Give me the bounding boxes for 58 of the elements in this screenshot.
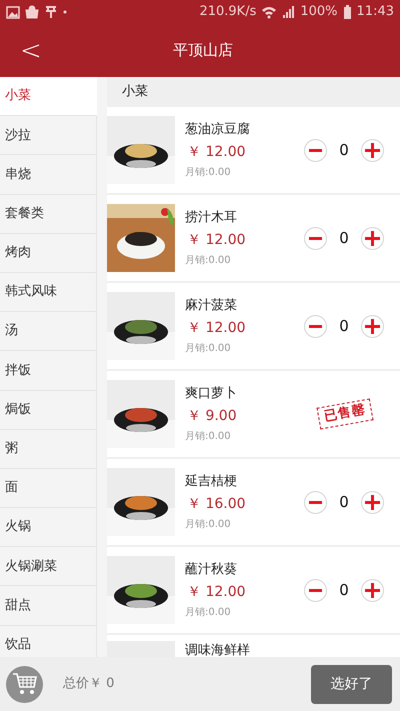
dish-name: 麻汁菠菜 bbox=[185, 297, 238, 316]
dish-name: 延吉桔梗 bbox=[185, 473, 238, 492]
dish-price: ￥ 16.00 bbox=[186, 494, 247, 514]
plus-icon bbox=[365, 142, 380, 158]
battery-percent-text: 100% bbox=[300, 3, 338, 22]
plus-button[interactable] bbox=[361, 226, 384, 250]
monthly-sales-text: 月销:0.00 bbox=[185, 342, 232, 356]
confirm-button[interactable]: 选好了 bbox=[311, 664, 392, 704]
dish-price: ￥ 12.00 bbox=[186, 230, 247, 250]
plus-icon bbox=[365, 230, 380, 246]
dish-name: 蘸汁秋葵 bbox=[185, 561, 238, 580]
dish-price: ￥ 12.00 bbox=[186, 318, 247, 338]
bag-icon bbox=[25, 5, 39, 19]
monthly-sales-text: 月销:0.00 bbox=[185, 518, 232, 532]
section-title: 小菜 bbox=[107, 77, 400, 107]
wifi-icon bbox=[261, 5, 278, 19]
page-title: 平顶山店 bbox=[172, 40, 234, 62]
plus-icon bbox=[365, 318, 380, 334]
plus-icon bbox=[365, 494, 380, 510]
dish-name: 爽口萝卜 bbox=[185, 385, 238, 404]
dot-icon bbox=[63, 10, 67, 14]
plus-icon bbox=[365, 582, 380, 598]
quantity-text: 0 bbox=[338, 492, 350, 513]
battery-icon bbox=[342, 5, 352, 19]
minus-button[interactable] bbox=[304, 138, 327, 162]
monthly-sales-text: 月销:0.00 bbox=[185, 606, 232, 620]
sold-out-stamp: 已售罄 bbox=[316, 398, 374, 430]
dish-name: 调味海鲜样 bbox=[185, 642, 251, 657]
cart-icon bbox=[12, 672, 38, 696]
minus-button[interactable] bbox=[304, 314, 327, 338]
quantity-text: 0 bbox=[338, 228, 350, 249]
quantity-text: 0 bbox=[338, 140, 350, 161]
category-item[interactable]: 小菜 bbox=[0, 77, 97, 116]
dish-price: ￥ 9.00 bbox=[186, 406, 238, 426]
image-icon bbox=[6, 6, 20, 18]
monthly-sales-text: 月销:0.00 bbox=[185, 430, 232, 444]
signal-icon bbox=[282, 5, 296, 19]
minus-button[interactable] bbox=[304, 226, 327, 250]
cart-button[interactable] bbox=[6, 666, 43, 702]
dish-price: ￥ 12.00 bbox=[186, 582, 247, 602]
network-speed-text: 210.9K/s bbox=[199, 3, 256, 22]
total-price-text: 总价￥ 0 bbox=[63, 675, 116, 694]
minus-button[interactable] bbox=[304, 490, 327, 514]
plus-button[interactable] bbox=[361, 138, 384, 162]
quantity-text: 0 bbox=[338, 580, 350, 601]
back-button[interactable]: < bbox=[20, 38, 42, 64]
plug-icon bbox=[44, 5, 58, 19]
minus-button[interactable] bbox=[304, 578, 327, 602]
monthly-sales-text: 月销:0.00 bbox=[185, 166, 232, 180]
clock-text: 11:43 bbox=[356, 3, 394, 22]
dish-price: ￥ 12.00 bbox=[186, 142, 247, 162]
monthly-sales-text: 月销:0.00 bbox=[185, 254, 232, 268]
dish-name: 葱油凉豆腐 bbox=[185, 121, 251, 140]
quantity-text: 0 bbox=[338, 316, 350, 337]
plus-button[interactable] bbox=[361, 490, 384, 514]
plus-button[interactable] bbox=[361, 314, 384, 338]
plus-button[interactable] bbox=[361, 578, 384, 602]
dish-name: 捞汁木耳 bbox=[185, 209, 238, 228]
